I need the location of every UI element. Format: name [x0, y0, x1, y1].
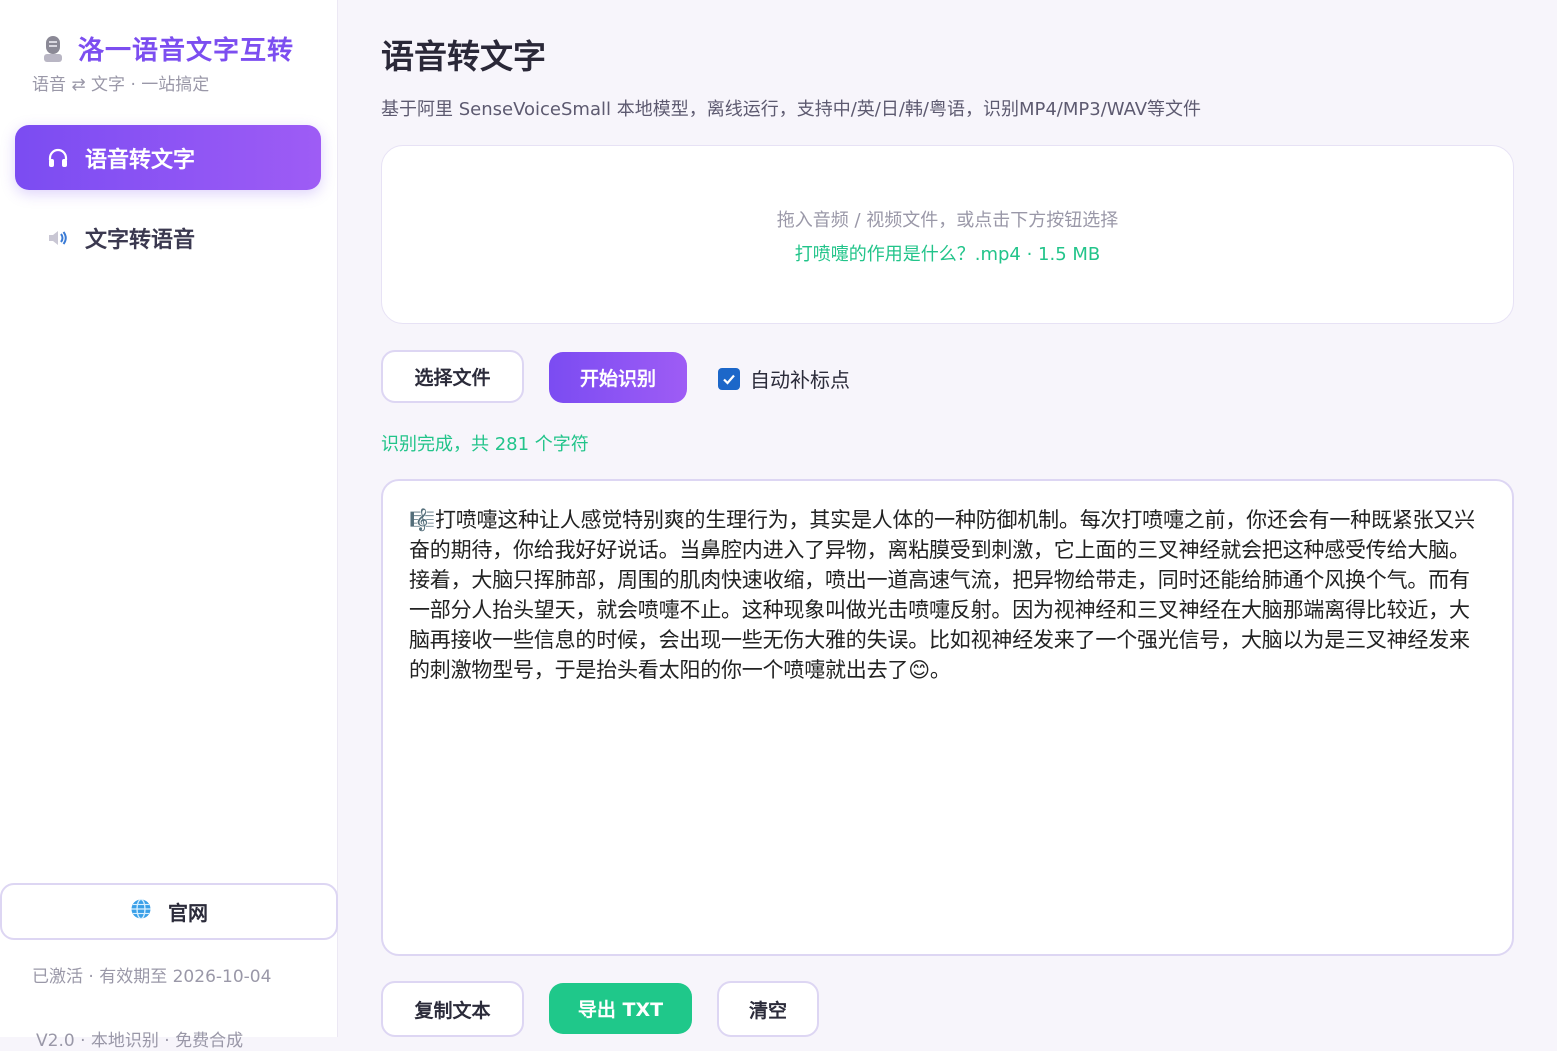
app-title: 洛一语音文字互转: [78, 36, 295, 66]
sidebar-item-text-to-speech[interactable]: 文字转语音: [15, 205, 321, 270]
main-panel: 语音转文字 基于阿里 SenseVoiceSmall 本地模型，离线运行，支持中…: [338, 0, 1557, 1037]
official-site-button[interactable]: 官网: [0, 883, 338, 940]
page-description: 基于阿里 SenseVoiceSmall 本地模型，离线运行，支持中/英/日/韩…: [381, 99, 1202, 120]
headphones-icon: [47, 147, 69, 169]
auto-punctuation-checkbox[interactable]: [718, 367, 740, 390]
selected-file: 打喷嚏的作用是什么？.mp4 · 1.5 MB: [794, 244, 1101, 265]
app-subtitle: 语音 ⇄ 文字 · 一站搞定: [32, 75, 210, 95]
version-info: V2.0 · 本地识别 · 免费合成: [36, 1031, 244, 1051]
clear-button[interactable]: 清空: [717, 981, 819, 1037]
export-txt-button[interactable]: 导出 TXT: [549, 983, 692, 1034]
official-site-label: 官网: [168, 901, 208, 925]
choose-file-button[interactable]: 选择文件: [381, 350, 524, 403]
sidebar: 洛一语音文字互转 语音 ⇄ 文字 · 一站搞定 语音转文字 文字转语音 官网 已…: [0, 0, 338, 1051]
globe-icon: [130, 898, 152, 925]
speaker-icon: [47, 227, 69, 249]
copy-text-button[interactable]: 复制文本: [381, 981, 524, 1037]
auto-punctuation-label: 自动补标点: [750, 368, 850, 392]
result-text: 🎼打喷嚏这种让人感觉特别爽的生理行为，其实是人体的一种防御机制。每次打喷嚏之前，…: [409, 508, 1475, 682]
microphone-icon: [40, 34, 66, 64]
sidebar-item-speech-to-text[interactable]: 语音转文字: [15, 125, 321, 190]
result-textarea[interactable]: 🎼打喷嚏这种让人感觉特别爽的生理行为，其实是人体的一种防御机制。每次打喷嚏之前，…: [381, 479, 1514, 956]
sidebar-item-label: 语音转文字: [85, 147, 196, 173]
dropzone-hint: 拖入音频 / 视频文件，或点击下方按钮选择: [776, 210, 1119, 231]
page-title: 语音转文字: [381, 37, 546, 76]
recognition-status: 识别完成，共 281 个字符: [381, 434, 589, 455]
start-recognition-button[interactable]: 开始识别: [549, 352, 687, 403]
file-dropzone[interactable]: 拖入音频 / 视频文件，或点击下方按钮选择 打喷嚏的作用是什么？.mp4 · 1…: [381, 145, 1514, 324]
brand: 洛一语音文字互转: [40, 30, 294, 67]
sidebar-item-label: 文字转语音: [85, 227, 196, 253]
activation-status: 已激活 · 有效期至 2026-10-04: [32, 967, 272, 987]
auto-punctuation-option[interactable]: 自动补标点: [718, 364, 850, 393]
